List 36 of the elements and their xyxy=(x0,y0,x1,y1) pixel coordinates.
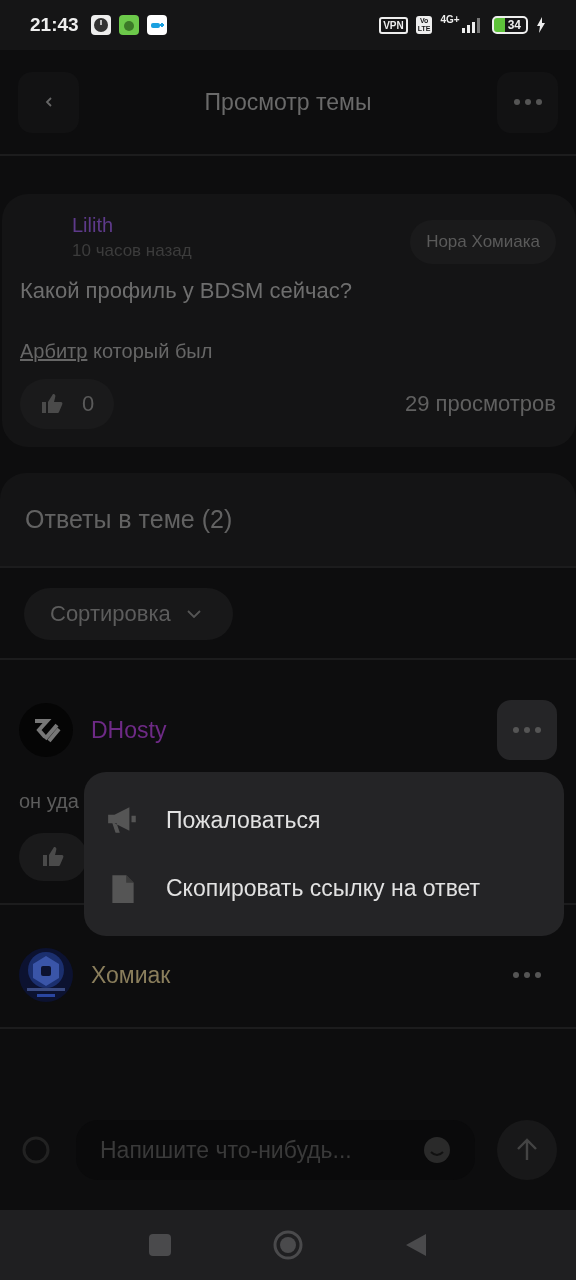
emoji-icon[interactable] xyxy=(423,1136,451,1164)
user-link[interactable]: Арбитр xyxy=(20,340,88,362)
menu-item[interactable]: Пожаловаться xyxy=(84,786,564,854)
vpn-indicator: VPN xyxy=(379,16,408,34)
more-icon xyxy=(513,727,541,733)
network-type: 4G+ xyxy=(440,14,460,25)
clock-icon xyxy=(90,15,111,35)
status-time: 21:43 xyxy=(30,14,79,36)
home-icon[interactable] xyxy=(272,1229,304,1261)
author-name[interactable]: Хомиак xyxy=(91,961,171,989)
thumbs-up-icon xyxy=(41,845,65,869)
topic-title: Какой профиль у BDSM сейчас? xyxy=(20,278,353,304)
author-name[interactable]: DHosty xyxy=(91,716,167,744)
replies-heading: Ответы в теме (2) xyxy=(25,505,233,533)
more-icon xyxy=(513,972,541,978)
thumbs-up-icon xyxy=(40,392,64,416)
topic-text: который был xyxy=(92,340,213,362)
topic-tag[interactable]: Нора Хомиака xyxy=(410,220,556,264)
battery-indicator: 34 xyxy=(491,16,528,34)
back-icon[interactable] xyxy=(404,1233,428,1257)
charging-icon xyxy=(536,17,546,33)
more-icon xyxy=(513,99,542,105)
avatar-icon[interactable] xyxy=(19,703,73,757)
chevron-down-icon xyxy=(186,610,201,618)
more-button[interactable] xyxy=(497,700,557,760)
back-button[interactable] xyxy=(18,71,79,133)
like-button[interactable]: 0 xyxy=(20,379,115,429)
more-button[interactable] xyxy=(497,71,558,133)
menu-item[interactable]: Скопировать ссылку на ответ xyxy=(84,854,564,922)
recents-icon[interactable] xyxy=(148,1233,172,1257)
reply-text: он уда xyxy=(19,790,79,812)
author-name[interactable]: Lilith xyxy=(72,214,192,237)
like-button[interactable] xyxy=(19,833,87,881)
view-count: 29 просмотров xyxy=(404,391,556,417)
page-title: Просмотр темы xyxy=(204,88,372,116)
sort-dropdown[interactable]: Сортировка xyxy=(24,588,233,640)
